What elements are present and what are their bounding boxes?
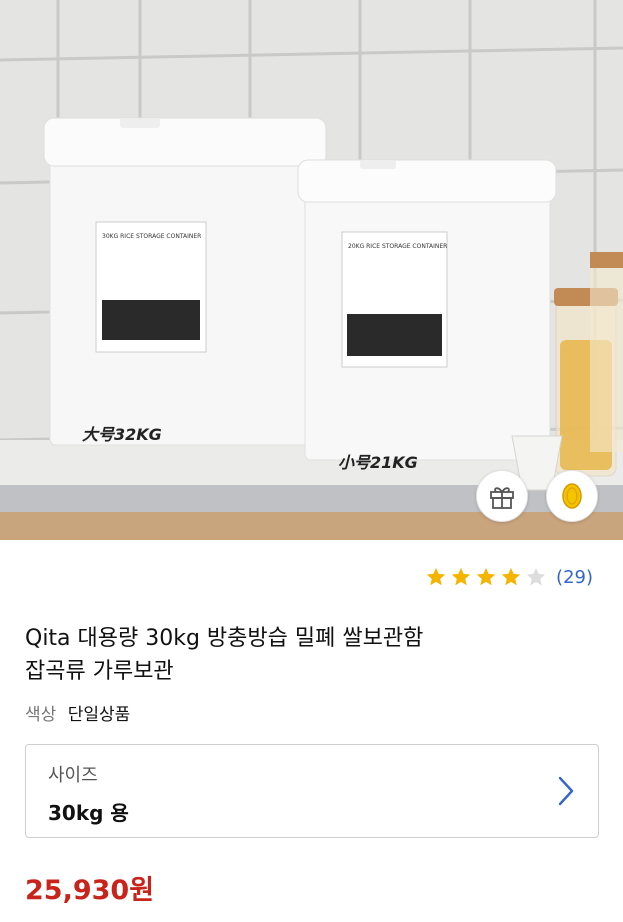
size-label: 사이즈 (48, 765, 98, 786)
small-size-label: 小号21KG (338, 453, 418, 472)
star-empty-icon (526, 567, 546, 586)
star-filled-icon (451, 567, 471, 586)
large-size-label: 大号32KG (82, 425, 162, 444)
color-option: 색상 단일상품 (25, 700, 130, 725)
size-selector[interactable]: 사이즈 30kg 용 (25, 744, 599, 838)
product-title: Qita 대용량 30kg 방충방습 밀폐 쌀보관함 잡곡류 가루보관 (25, 622, 595, 688)
price: 25,930원 (25, 875, 155, 906)
size-value: 30kg 용 (48, 801, 129, 825)
color-value: 단일상품 (67, 705, 131, 725)
gift-icon (490, 487, 514, 509)
rating[interactable]: (29) (425, 566, 593, 588)
product-title-line1: Qita 대용량 30kg 방충방습 밀폐 쌀보관함 (25, 626, 424, 651)
coin-button[interactable] (546, 470, 598, 522)
svg-text:30KG RICE STORAGE CONTAINER: 30KG RICE STORAGE CONTAINER (102, 233, 201, 240)
svg-text:20KG RICE STORAGE CONTAINER: 20KG RICE STORAGE CONTAINER (348, 243, 447, 250)
chevron-right-icon (558, 776, 574, 806)
star-filled-icon (501, 567, 521, 586)
star-rating (425, 566, 547, 588)
product-image[interactable]: 30KG RICE STORAGE CONTAINER 大号32KG 20KG … (0, 0, 623, 540)
star-filled-icon (426, 567, 446, 586)
coin-icon (562, 483, 582, 509)
review-count-link[interactable]: (29) (556, 567, 593, 588)
product-photo: 30KG RICE STORAGE CONTAINER 大号32KG 20KG … (0, 0, 623, 540)
product-title-line2: 잡곡류 가루보관 (25, 659, 174, 684)
color-label: 색상 (25, 705, 57, 725)
gift-button[interactable] (476, 470, 528, 522)
star-filled-icon (476, 567, 496, 586)
